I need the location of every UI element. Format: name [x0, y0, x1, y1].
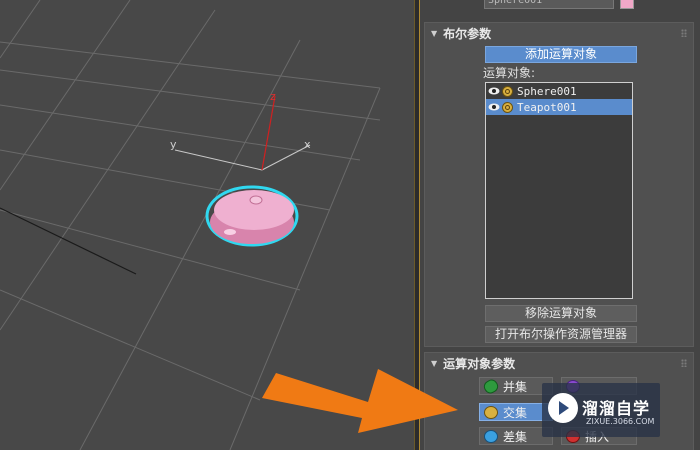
watermark-title: 溜溜自学 [582, 399, 651, 418]
watermark: 溜溜自学 ZIXUE.3066.COM [542, 383, 660, 437]
watermark-logo-icon [548, 393, 578, 423]
watermark-url: ZIXUE.3066.COM [586, 417, 655, 426]
annotation-arrow-icon [262, 369, 458, 433]
